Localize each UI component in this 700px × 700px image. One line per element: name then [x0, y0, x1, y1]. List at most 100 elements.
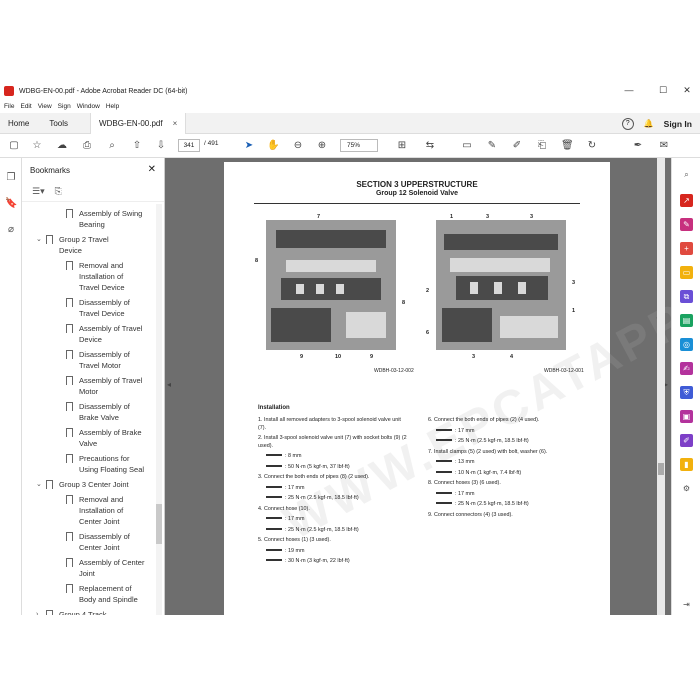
bookmark-item[interactable]: Assembly of Brake [66, 427, 142, 438]
comment-icon[interactable]: ▭ [461, 140, 473, 152]
bookmark-item[interactable]: Precautions for [66, 453, 129, 464]
bookmark-item[interactable]: Disassembly of [66, 401, 130, 412]
bookmark-item[interactable]: Body and Spindle [79, 594, 138, 605]
tab-tools[interactable]: Tools [41, 113, 76, 134]
bookmark-item[interactable]: Joint [79, 568, 95, 579]
minimize-button[interactable]: — [622, 85, 636, 95]
document-scroll-thumb[interactable] [658, 463, 664, 475]
select-pointer-icon[interactable]: ➤ [243, 140, 255, 152]
highlight-pen-icon[interactable]: ✎ [486, 140, 498, 152]
bookmark-item[interactable]: Removal and [66, 494, 123, 505]
document-scrollbar[interactable] [657, 158, 665, 615]
draw-icon[interactable]: ✐ [511, 140, 523, 152]
menu-view[interactable]: View [38, 103, 52, 110]
add-bookmark-icon[interactable]: ⎘ [55, 186, 62, 197]
comment-tool-icon[interactable]: ▭ [680, 266, 693, 279]
help-icon[interactable]: ? [621, 117, 634, 130]
bookmark-item[interactable]: › Group 4 Track [36, 609, 107, 615]
maximize-button[interactable]: ☐ [656, 85, 670, 96]
edit-pdf-icon[interactable]: ✎ [680, 218, 693, 231]
search-icon[interactable]: ⌕ [106, 140, 118, 152]
bookmark-item[interactable]: Bearing [79, 219, 105, 230]
bookmark-item[interactable]: Brake Valve [79, 412, 119, 423]
zoom-in-icon[interactable]: ⊕ [316, 140, 328, 152]
bookmark-item[interactable]: Device [59, 245, 82, 256]
tab-home[interactable]: Home [0, 113, 37, 134]
menu-file[interactable]: File [4, 103, 14, 110]
page-thumbnails-icon[interactable]: ❐ [5, 172, 17, 184]
create-pdf-tool-icon[interactable]: + [680, 242, 693, 255]
previous-page-icon[interactable]: ⇧ [131, 140, 143, 152]
menu-sign[interactable]: Sign [58, 103, 71, 110]
sign-in-button[interactable]: Sign In [664, 119, 692, 129]
bookmark-expander-icon[interactable]: ⌄ [36, 234, 42, 245]
rotate-icon[interactable]: ↻ [586, 140, 598, 152]
bookmark-item[interactable]: Travel Motor [79, 360, 121, 371]
page-number-input[interactable]: 341 [178, 139, 200, 152]
bookmark-item[interactable]: Disassembly of [66, 531, 130, 542]
scroll-mode-icon[interactable]: ⇆ [424, 140, 436, 152]
bookmark-item[interactable]: ⌄ Group 2 Travel [36, 234, 109, 245]
hand-tool-icon[interactable]: ✋ [267, 140, 279, 152]
menu-help[interactable]: Help [106, 103, 119, 110]
bookmarks-panel-icon[interactable]: 🔖 [5, 198, 17, 210]
bookmark-star-icon[interactable]: ☆ [31, 140, 43, 152]
bookmark-item[interactable]: Center Joint [79, 542, 119, 553]
bookmark-options-icon[interactable]: ☰▾ [32, 186, 45, 197]
bookmark-item[interactable]: Installation of [79, 271, 123, 282]
bookmarks-scroll-thumb[interactable] [156, 504, 162, 544]
notification-bell-icon[interactable]: 🔔 [644, 119, 654, 128]
bookmark-expander-icon[interactable]: ⌄ [36, 479, 42, 490]
menu-window[interactable]: Window [77, 103, 100, 110]
bookmark-expander-icon[interactable]: › [36, 609, 42, 615]
bookmark-item[interactable]: Disassembly of [66, 349, 130, 360]
tab-document[interactable]: WDBG-EN-00.pdf × [90, 112, 187, 134]
sign-pen-icon[interactable]: ✒ [632, 140, 644, 152]
request-signature-icon[interactable]: ✐ [680, 434, 693, 447]
attachments-icon[interactable]: ⌀ [5, 224, 17, 236]
print-icon[interactable]: ⎙ [81, 140, 93, 152]
bookmark-item[interactable]: Travel Device [79, 308, 125, 319]
menu-edit[interactable]: Edit [20, 103, 31, 110]
zoom-out-icon[interactable]: ⊖ [292, 140, 304, 152]
next-page-icon[interactable]: ⇩ [155, 140, 167, 152]
email-icon[interactable]: ✉ [658, 140, 670, 152]
bookmark-item[interactable]: Assembly of Swing [66, 208, 142, 219]
more-tools-icon[interactable]: ⚙ [680, 482, 693, 495]
close-bookmarks-icon[interactable]: ✕ [148, 164, 156, 175]
export-pdf-icon[interactable]: ↗ [680, 194, 693, 207]
bookmark-item[interactable]: Removal and [66, 260, 123, 271]
create-pdf-icon[interactable]: ▢ [8, 140, 20, 152]
upload-cloud-icon[interactable]: ☁ [56, 140, 68, 152]
bookmark-item[interactable]: Replacement of [66, 583, 132, 594]
bookmark-item[interactable]: Using Floating Seal [79, 464, 144, 475]
bookmark-item[interactable]: Center Joint [79, 516, 119, 527]
bookmark-item[interactable]: Valve [79, 438, 97, 449]
scan-ocr-icon[interactable]: ◎ [680, 338, 693, 351]
send-for-signature-icon[interactable]: ▣ [680, 410, 693, 423]
bookmark-item[interactable]: Motor [79, 386, 98, 397]
organize-pages-icon[interactable]: ▤ [680, 314, 693, 327]
bookmark-item[interactable]: Assembly of Center [66, 557, 144, 568]
collapse-left-panel-icon[interactable]: ◂ [167, 380, 171, 389]
bookmark-item[interactable]: Travel Device [79, 282, 125, 293]
search-tools-icon[interactable]: ⌕ [680, 168, 693, 181]
bookmark-item[interactable]: Device [79, 334, 102, 345]
zoom-level-select[interactable]: 75% [340, 139, 378, 152]
close-window-button[interactable]: ✕ [680, 85, 694, 96]
send-files-icon[interactable]: ▮ [680, 458, 693, 471]
fill-sign-icon[interactable]: ✍ [680, 362, 693, 375]
delete-icon[interactable]: 🗑 [561, 140, 574, 152]
bookmark-item[interactable]: Assembly of Travel [66, 323, 142, 334]
fit-page-icon[interactable]: ⊞ [396, 140, 408, 152]
bookmark-item[interactable]: Disassembly of [66, 297, 130, 308]
protect-icon[interactable]: ⛨ [680, 386, 693, 399]
bookmarks-scrollbar[interactable] [156, 204, 162, 615]
tab-close-icon[interactable]: × [173, 119, 178, 128]
bookmark-item[interactable]: ⌄ Group 3 Center Joint [36, 479, 129, 490]
collapse-tools-icon[interactable]: ⇥ [680, 598, 693, 611]
bookmark-item[interactable]: Installation of [79, 505, 123, 516]
combine-files-icon[interactable]: ⧉ [680, 290, 693, 303]
stamp-icon[interactable]: ⎗ [536, 140, 548, 152]
bookmark-item[interactable]: Assembly of Travel [66, 375, 142, 386]
